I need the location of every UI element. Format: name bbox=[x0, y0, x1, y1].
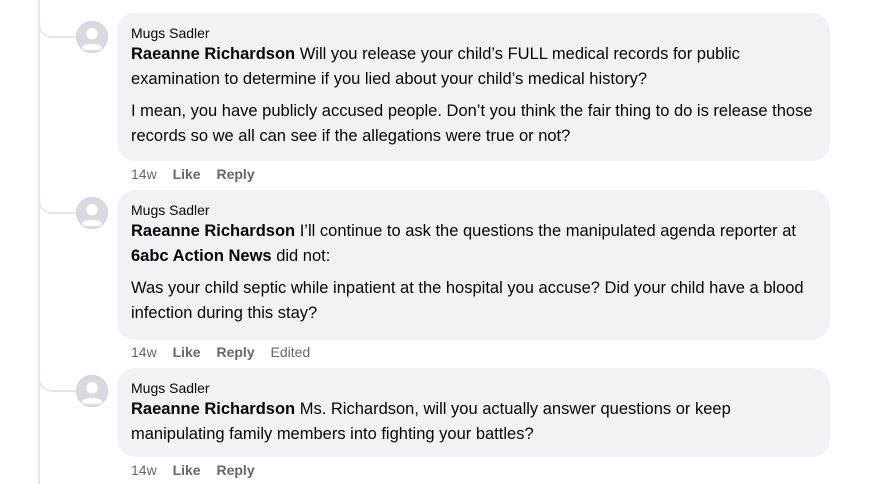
avatar-icon[interactable] bbox=[76, 375, 108, 407]
mention-link[interactable]: Raeanne Richardson bbox=[131, 222, 295, 240]
reply-button[interactable]: Reply bbox=[216, 462, 254, 478]
like-button[interactable]: Like bbox=[173, 462, 201, 478]
comment-actions: 14w Like Reply bbox=[131, 165, 267, 183]
reply-button[interactable]: Reply bbox=[216, 166, 254, 182]
comment-text-paragraph: I mean, you have publicly accused people… bbox=[131, 102, 813, 145]
like-button[interactable]: Like bbox=[173, 166, 201, 182]
comment-actions: 14w Like Reply Edited bbox=[131, 343, 322, 361]
thread-connector bbox=[38, 24, 76, 38]
comment-text-body-end: did not: bbox=[271, 247, 331, 265]
comment-timestamp[interactable]: 14w bbox=[131, 344, 157, 360]
like-button[interactable]: Like bbox=[173, 344, 201, 360]
comment-text: Raeanne Richardson Will you release your… bbox=[131, 42, 816, 92]
comment-timestamp[interactable]: 14w bbox=[131, 166, 157, 182]
comment-author[interactable]: Mugs Sadler bbox=[131, 379, 816, 397]
mention-link[interactable]: Raeanne Richardson bbox=[131, 45, 295, 63]
comment-bubble: Mugs Sadler Raeanne Richardson Ms. Richa… bbox=[117, 368, 830, 457]
comment-bubble: Mugs Sadler Raeanne Richardson I’ll cont… bbox=[117, 190, 830, 340]
comment-text-paragraph: Was your child septic while inpatient at… bbox=[131, 279, 804, 322]
thread-connector bbox=[38, 200, 76, 214]
reply-button[interactable]: Reply bbox=[216, 344, 254, 360]
comment-text-body: I’ll continue to ask the questions the m… bbox=[295, 222, 796, 240]
avatar-icon[interactable] bbox=[76, 21, 108, 53]
thread-connector bbox=[38, 378, 76, 392]
avatar-icon[interactable] bbox=[76, 197, 108, 229]
comment-text: Raeanne Richardson I’ll continue to ask … bbox=[131, 219, 816, 269]
comment-timestamp[interactable]: 14w bbox=[131, 462, 157, 478]
comment-bubble: Mugs Sadler Raeanne Richardson Will you … bbox=[117, 13, 830, 161]
thread-line bbox=[38, 0, 40, 484]
comment-author[interactable]: Mugs Sadler bbox=[131, 201, 816, 219]
edited-label[interactable]: Edited bbox=[271, 344, 311, 360]
comment-actions: 14w Like Reply bbox=[131, 461, 267, 479]
comment-author[interactable]: Mugs Sadler bbox=[131, 24, 816, 42]
page-mention-link[interactable]: 6abc Action News bbox=[131, 247, 272, 265]
comment-text: Raeanne Richardson Ms. Richardson, will … bbox=[131, 397, 816, 447]
mention-link[interactable]: Raeanne Richardson bbox=[131, 400, 295, 418]
